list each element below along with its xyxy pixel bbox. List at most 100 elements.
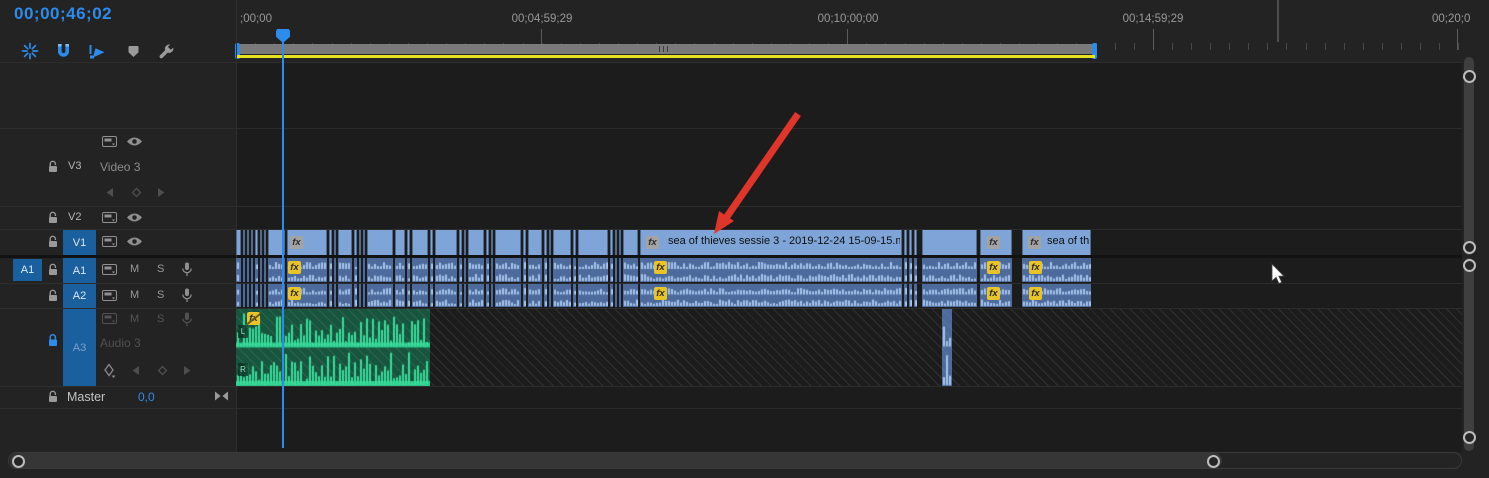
sync-lock-icon[interactable] [102, 264, 117, 275]
fx-badge[interactable]: fx [1029, 287, 1042, 300]
audio-clip[interactable] [553, 284, 571, 307]
audio-clip[interactable] [619, 284, 621, 307]
audio-clip[interactable] [640, 284, 902, 307]
fx-badge[interactable]: fx [288, 287, 301, 300]
sync-lock-icon[interactable] [102, 236, 117, 247]
video-clip[interactable] [255, 230, 258, 255]
toggle-track-output-eye-icon[interactable] [126, 236, 143, 247]
track-name-video3[interactable]: Video 3 [100, 160, 140, 174]
audio-clip[interactable] [264, 284, 266, 307]
video-clip[interactable] [495, 230, 521, 255]
video-clip[interactable] [573, 230, 576, 255]
previous-keyframe-icon[interactable] [105, 187, 114, 198]
audio-clip[interactable] [329, 258, 332, 282]
audio-clip[interactable] [491, 284, 493, 307]
video-clip[interactable] [367, 230, 393, 255]
fx-badge[interactable]: fx [1029, 261, 1042, 274]
audio-clip[interactable] [247, 258, 249, 282]
video-clip[interactable] [363, 230, 365, 255]
audio-clip[interactable] [610, 258, 613, 282]
add-keyframe-icon[interactable] [157, 365, 168, 376]
audio-clip[interactable] [549, 284, 551, 307]
add-marker-icon[interactable] [123, 42, 143, 60]
mute-track-button[interactable]: M [130, 263, 139, 275]
video-clip[interactable] [260, 230, 262, 255]
audio-clip[interactable] [904, 258, 907, 282]
mute-track-button[interactable]: M [130, 313, 139, 325]
audio-clip[interactable] [914, 258, 917, 282]
audio-clip[interactable] [468, 284, 484, 307]
audio-clip-green[interactable] [236, 309, 430, 386]
master-meter-bowtie-icon[interactable] [214, 391, 229, 401]
track-lock-icon[interactable] [47, 390, 59, 403]
track-locked-icon[interactable] [47, 333, 59, 347]
audio-clip[interactable] [544, 258, 547, 282]
snap-magnet-icon[interactable] [53, 42, 73, 60]
video-clip[interactable] [247, 230, 249, 255]
video-clip[interactable] [528, 230, 542, 255]
hscroll-right-handle[interactable] [1207, 455, 1220, 468]
solo-track-button[interactable]: S [157, 263, 164, 275]
audio-clip[interactable] [486, 284, 489, 307]
add-keyframe-icon[interactable] [131, 187, 142, 198]
audio-clip[interactable] [363, 258, 365, 282]
audio-clip[interactable] [573, 284, 576, 307]
fx-badge[interactable]: fx [646, 236, 659, 249]
audio-clip[interactable] [623, 258, 638, 282]
audio-clip[interactable] [573, 258, 576, 282]
video-clip[interactable] [922, 230, 977, 255]
fx-badge[interactable]: fx [288, 261, 301, 274]
solo-track-button[interactable]: S [157, 313, 164, 325]
audio-clip[interactable] [909, 284, 912, 307]
sync-lock-icon[interactable] [102, 313, 117, 324]
audio-clip[interactable] [251, 258, 253, 282]
audio-clip[interactable] [922, 258, 977, 282]
audio-clip[interactable] [338, 258, 352, 282]
horizontal-scrollbar-thumb[interactable] [10, 453, 1222, 468]
video-clip[interactable] [523, 230, 526, 255]
video-tracks-scrollbar[interactable] [1464, 57, 1474, 255]
video-clip[interactable] [619, 230, 621, 255]
voiceover-mic-icon[interactable] [181, 262, 193, 277]
audio-clip[interactable] [459, 284, 462, 307]
fx-badge[interactable]: fx [1028, 236, 1041, 249]
audio-clip[interactable] [615, 258, 617, 282]
audio-clip[interactable] [922, 284, 977, 307]
audio-clip[interactable] [435, 284, 457, 307]
video-clip[interactable] [544, 230, 547, 255]
track-label-v2[interactable]: V2 [68, 211, 81, 223]
hscroll-left-handle[interactable] [12, 455, 25, 468]
audio-scrollbar-bottom-handle[interactable] [1463, 431, 1476, 444]
audio-clip[interactable] [528, 284, 542, 307]
fx-badge[interactable]: fx [987, 287, 1000, 300]
video-clip[interactable] [359, 230, 361, 255]
keyframe-type-icon[interactable] [103, 363, 116, 378]
audio-clip[interactable] [495, 284, 521, 307]
audio-clip[interactable] [909, 258, 912, 282]
track-label-v3[interactable]: V3 [68, 160, 81, 172]
audio-clip[interactable] [243, 284, 245, 307]
track-lock-icon[interactable] [47, 211, 59, 224]
video-clip[interactable] [909, 230, 912, 255]
source-patch-a1[interactable]: A1 [13, 259, 42, 281]
fx-badge[interactable]: fx [987, 236, 1000, 249]
audio-clip[interactable] [354, 284, 357, 307]
video-clip[interactable] [468, 230, 484, 255]
audio-clip[interactable] [578, 258, 608, 282]
audio-clip[interactable] [619, 258, 621, 282]
audio-clip[interactable] [359, 258, 361, 282]
linked-selection-icon[interactable] [87, 42, 107, 60]
audio-clip[interactable] [578, 284, 608, 307]
audio-clip[interactable] [464, 284, 466, 307]
video-clip[interactable] [464, 230, 466, 255]
track-select-a3[interactable]: A3 [63, 309, 96, 386]
video-clip[interactable] [354, 230, 357, 255]
audio-clip[interactable] [264, 258, 266, 282]
sync-lock-icon[interactable] [102, 212, 117, 223]
fx-muted-badge[interactable]: fx [247, 312, 260, 325]
mute-track-button[interactable]: M [130, 289, 139, 301]
audio-clip[interactable] [395, 258, 405, 282]
video-clip[interactable] [486, 230, 489, 255]
audio-clip[interactable] [495, 258, 521, 282]
track-select-a2[interactable]: A2 [63, 284, 96, 308]
